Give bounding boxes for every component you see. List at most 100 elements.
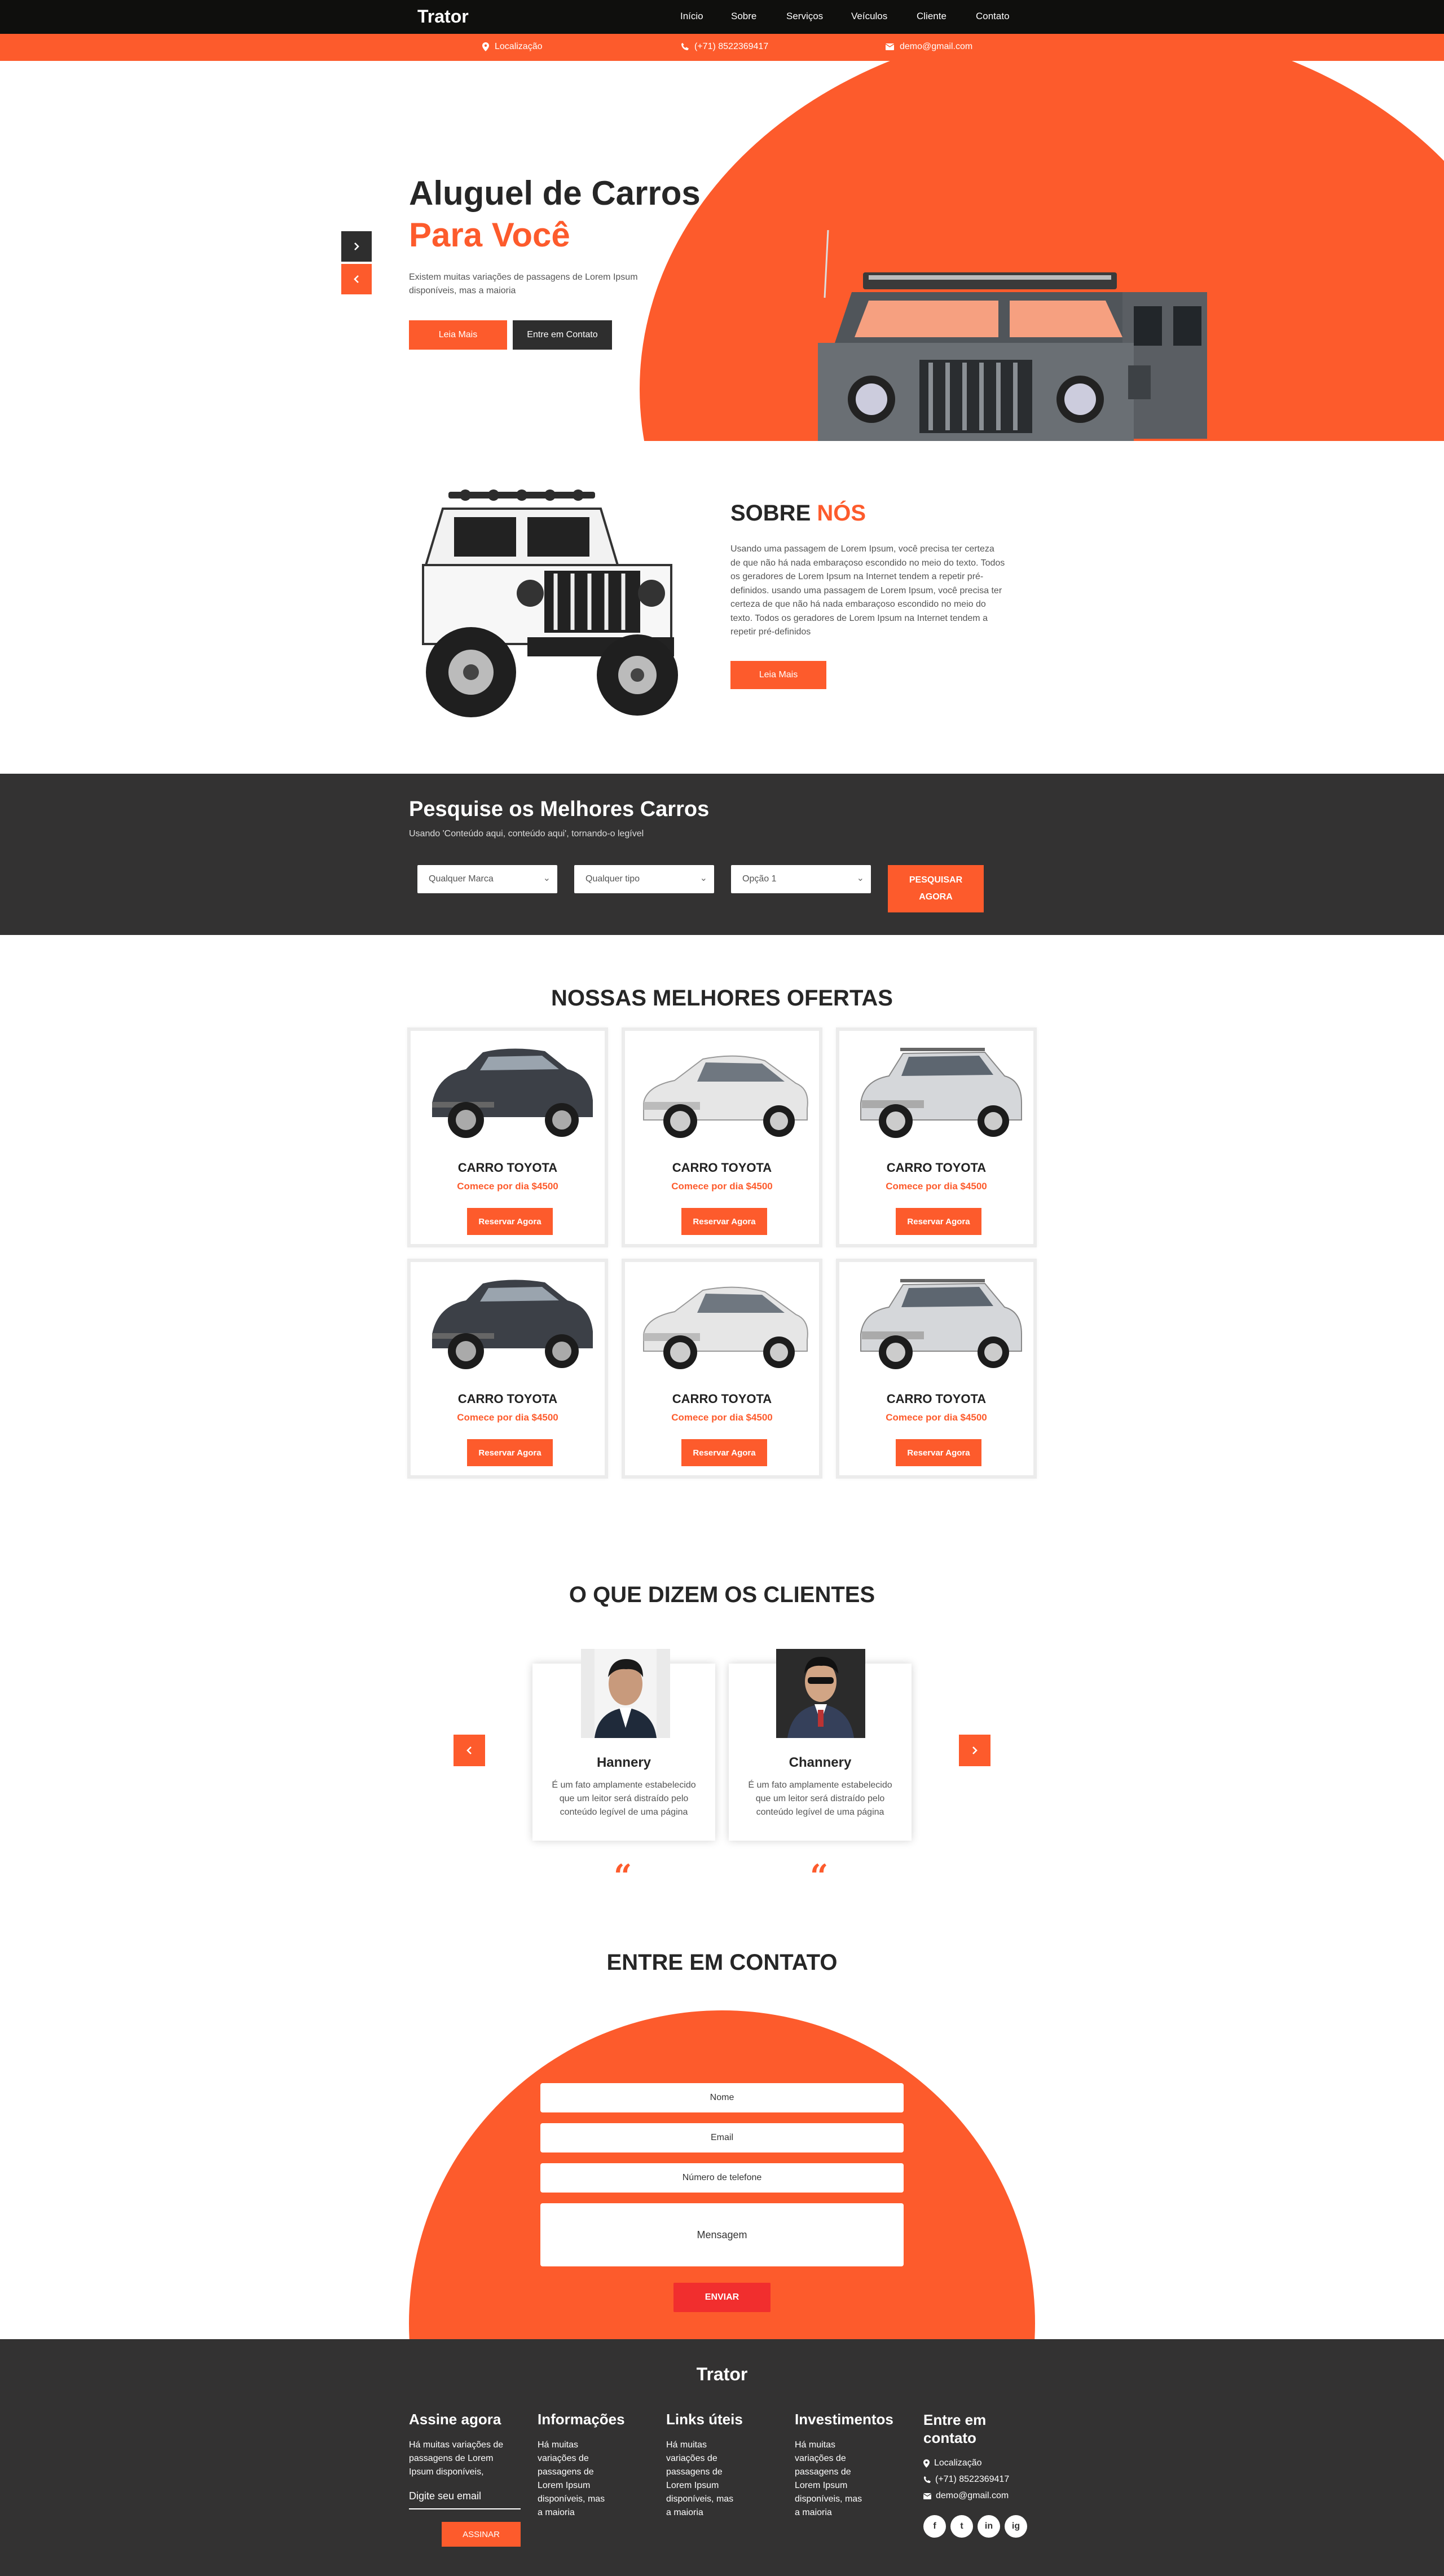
twitter-icon[interactable]: t	[950, 2515, 973, 2538]
hero-section	[0, 61, 1444, 441]
avatar	[776, 1649, 865, 1738]
footer-links-title: Links úteis	[666, 2411, 743, 2428]
search-section	[0, 774, 1444, 935]
footer-location-text: Localização	[934, 2458, 982, 2468]
chevron-down-icon: ⌄	[543, 874, 551, 883]
offer-card-price: Comece por dia $4500	[457, 1181, 558, 1192]
hero-prev-button[interactable]	[341, 264, 372, 294]
search-button-line2: AGORA	[919, 892, 953, 902]
topbar-email: demo@gmail.com	[886, 42, 972, 52]
brand-select[interactable]: Qualquer Marca ⌄	[417, 865, 557, 893]
chevron-right-icon	[972, 1746, 978, 1754]
topbar-phone: (+71) 8522369417	[681, 42, 768, 52]
footer-invest-title: Investimentos	[795, 2411, 893, 2428]
type-select[interactable]: Qualquer tipo ⌄	[574, 865, 714, 893]
map-pin-icon	[482, 42, 489, 51]
testimonial-text: É um fato amplamente estabelecido que um…	[552, 1780, 696, 1817]
offer-card-price: Comece por dia $4500	[886, 1181, 987, 1192]
search-subtitle: Usando 'Conteúdo aqui, conteúdo aqui', t…	[409, 829, 644, 839]
envelope-icon	[923, 2493, 931, 2499]
search-title: Pesquise os Melhores Carros	[409, 797, 710, 821]
offer-card: CARRO TOYOTA Comece por dia $4500 Reserv…	[407, 1027, 608, 1247]
footer-links-text: Há muitas variações de passagens de Lore…	[666, 2440, 734, 2517]
about-read-more-button[interactable]: Leia Mais	[730, 661, 826, 689]
clients-title: O QUE DIZEM OS CLIENTES	[569, 1582, 875, 1607]
offer-card: CARRO TOYOTA Comece por dia $4500 Reserv…	[622, 1027, 822, 1247]
topbar-location-text: Localização	[495, 42, 543, 51]
clients-next-button[interactable]	[959, 1735, 990, 1766]
send-button[interactable]: ENVIAR	[673, 2283, 771, 2312]
brand-logo[interactable]: Trator	[417, 6, 469, 27]
phone-icon	[923, 2476, 931, 2483]
offer-card-title: CARRO TOYOTA	[886, 1161, 987, 1175]
about-title-a: SOBRE	[730, 501, 811, 526]
nav-item-servicos[interactable]: Serviços	[786, 11, 823, 22]
reserve-now-button[interactable]: Reservar Agora	[681, 1439, 767, 1466]
offer-card-title: CARRO TOYOTA	[457, 1161, 558, 1175]
subscribe-button[interactable]: ASSINAR	[442, 2522, 521, 2547]
facebook-icon[interactable]: f	[923, 2515, 946, 2538]
footer-subscribe-title: Assine agora	[409, 2411, 501, 2428]
reserve-now-button[interactable]: Reservar Agora	[467, 1439, 553, 1466]
nav-item-inicio[interactable]: Início	[680, 11, 703, 22]
chevron-down-icon: ⌄	[856, 874, 864, 883]
offer-card-title: CARRO TOYOTA	[672, 1392, 772, 1406]
nav-item-sobre[interactable]: Sobre	[731, 11, 756, 22]
search-button-line1: PESQUISAR	[909, 875, 963, 885]
name-field[interactable]: Nome	[540, 2083, 904, 2112]
testimonial-text: É um fato amplamente estabelecido que um…	[748, 1780, 892, 1817]
contact-topbar: Localização (+71) 8522369417 demo@gmail.…	[0, 34, 1444, 61]
testimonial-name: Hannery	[596, 1755, 651, 1770]
reserve-now-button[interactable]: Reservar Agora	[896, 1208, 981, 1235]
footer-invest-text: Há muitas variações de passagens de Lore…	[795, 2440, 862, 2517]
footer-email: demo@gmail.com	[923, 2489, 1009, 2503]
offer-card: CARRO TOYOTA Comece por dia $4500 Reserv…	[622, 1259, 822, 1479]
offer-card-price: Comece por dia $4500	[457, 1412, 558, 1423]
offer-card: CARRO TOYOTA Comece por dia $4500 Reserv…	[407, 1259, 608, 1479]
offers-title: NOSSAS MELHORES OFERTAS	[551, 986, 893, 1011]
hero-description: Existem muitas variações de passagens de…	[409, 272, 638, 295]
envelope-icon	[886, 43, 894, 50]
option-select-value: Opção 1	[742, 874, 777, 884]
car-image-dark-suv	[432, 1280, 593, 1369]
footer-info-title: Informações	[538, 2411, 625, 2428]
footer-subscribe-text: Há muitas variações de passagens de Lore…	[409, 2440, 504, 2477]
hero-next-button[interactable]	[341, 231, 372, 262]
hero-title-line1: Aluguel de Carros	[409, 174, 701, 212]
quote-icon: “	[810, 1858, 829, 1895]
car-image-white-sedan	[643, 1286, 808, 1369]
chevron-down-icon: ⌄	[699, 874, 707, 883]
social-links: f t in ig	[923, 2515, 1027, 2538]
phone-field[interactable]: Número de telefone	[540, 2163, 904, 2193]
topbar-location: Localização	[482, 42, 543, 52]
linkedin-icon[interactable]: in	[978, 2515, 1000, 2538]
chevron-left-icon	[354, 275, 359, 283]
message-field[interactable]: Mensagem	[540, 2203, 904, 2266]
offer-card: CARRO TOYOTA Comece por dia $4500 Reserv…	[836, 1027, 1037, 1247]
subscribe-email-input[interactable]: Digite seu email	[409, 2482, 521, 2509]
offer-card-title: CARRO TOYOTA	[886, 1392, 987, 1406]
footer-phone-text: (+71) 8522369417	[935, 2474, 1010, 2484]
search-now-button[interactable]: PESQUISAR AGORA	[888, 865, 984, 912]
clients-prev-button[interactable]	[454, 1735, 485, 1766]
nav-item-veiculos[interactable]: Veículos	[851, 11, 887, 22]
footer-location: Localização	[923, 2456, 982, 2470]
hero-contact-button[interactable]: Entre em Contato	[513, 320, 612, 350]
hero-read-more-button[interactable]: Leia Mais	[409, 320, 507, 350]
reserve-now-button[interactable]: Reservar Agora	[467, 1208, 553, 1235]
email-field[interactable]: Email	[540, 2123, 904, 2152]
car-image-white-sedan	[643, 1055, 808, 1138]
avatar	[581, 1649, 670, 1738]
car-image-silver-suv	[860, 1048, 1022, 1138]
footer-contact-title: Entre em contato	[923, 2411, 987, 2446]
reserve-now-button[interactable]: Reservar Agora	[681, 1208, 767, 1235]
option-select[interactable]: Opção 1 ⌄	[731, 865, 871, 893]
nav-item-cliente[interactable]: Cliente	[917, 11, 946, 22]
reserve-now-button[interactable]: Reservar Agora	[896, 1439, 981, 1466]
contact-title: ENTRE EM CONTATO	[606, 1950, 838, 1975]
instagram-icon[interactable]: ig	[1005, 2515, 1027, 2538]
nav-item-contato[interactable]: Contato	[976, 11, 1010, 22]
offer-card: CARRO TOYOTA Comece por dia $4500 Reserv…	[836, 1259, 1037, 1479]
about-title-b: NÓS	[817, 501, 866, 526]
footer-info-text: Há muitas variações de passagens de Lore…	[538, 2440, 605, 2517]
